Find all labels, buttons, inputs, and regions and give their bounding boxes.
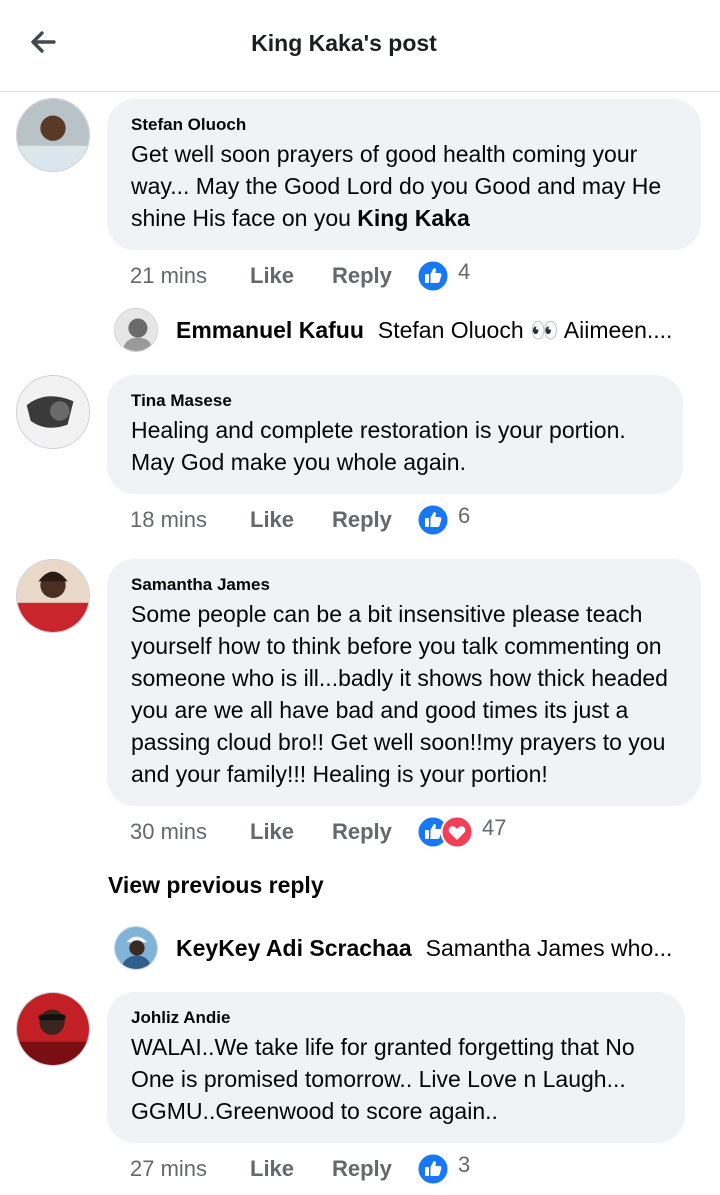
- reaction-count[interactable]: 4: [458, 259, 470, 285]
- reply-text: Samantha James who...: [425, 934, 673, 961]
- like-button[interactable]: Like: [250, 507, 332, 533]
- comment-actions: 30 mins Like Reply 47: [130, 814, 506, 850]
- reaction-count[interactable]: 47: [482, 815, 506, 841]
- like-reaction-icon: [416, 1152, 450, 1186]
- top-bar: King Kaka's post: [0, 0, 720, 92]
- reaction-count[interactable]: 6: [458, 503, 470, 529]
- comment-bubble: Stefan Oluoch Get well soon prayers of g…: [107, 99, 701, 250]
- like-button[interactable]: Like: [250, 1156, 332, 1182]
- love-reaction-icon: [440, 815, 474, 849]
- page-title: King Kaka's post: [251, 30, 437, 56]
- reactions[interactable]: [416, 1152, 450, 1186]
- avatar-tina-masese[interactable]: [16, 375, 90, 449]
- comment-time[interactable]: 30 mins: [130, 819, 250, 845]
- reactions[interactable]: [416, 503, 450, 537]
- reply-author[interactable]: KeyKey Adi Scrachaa: [176, 935, 412, 962]
- comment-time[interactable]: 21 mins: [130, 263, 250, 289]
- reply-preview-row[interactable]: Emmanuel Kafuu Stefan Oluoch 👀 Aiimeen..…: [114, 308, 672, 352]
- reply-button[interactable]: Reply: [332, 819, 416, 845]
- comment-time[interactable]: 27 mins: [130, 1156, 250, 1182]
- like-button[interactable]: Like: [250, 819, 332, 845]
- reply-text: Stefan Oluoch 👀 Aiimeen....: [377, 316, 673, 343]
- comment-text: WALAI..We take life for granted forgetti…: [131, 1034, 635, 1124]
- view-previous-reply-link[interactable]: View previous reply: [108, 872, 324, 899]
- reactions[interactable]: [416, 815, 474, 849]
- comment-bubble: Johliz Andie WALAI..We take life for gra…: [107, 992, 685, 1143]
- avatar-samantha-james[interactable]: [16, 559, 90, 633]
- comment-actions: 27 mins Like Reply 3: [130, 1151, 470, 1187]
- comment-text: Healing and complete restoration is your…: [131, 417, 626, 475]
- comment-bubble: Samantha James Some people can be a bit …: [107, 559, 701, 806]
- comment-bubble: Tina Masese Healing and complete restora…: [107, 375, 683, 494]
- reply-button[interactable]: Reply: [332, 507, 416, 533]
- reply-button[interactable]: Reply: [332, 263, 416, 289]
- like-reaction-icon: [416, 503, 450, 537]
- reply-button[interactable]: Reply: [332, 1156, 416, 1182]
- reactions[interactable]: [416, 259, 450, 293]
- comment-author[interactable]: Stefan Oluoch: [131, 114, 677, 136]
- avatar-keykey-adi-scrachaa[interactable]: [114, 926, 158, 970]
- reply-author[interactable]: Emmanuel Kafuu: [176, 317, 364, 344]
- avatar-stefan-oluoch[interactable]: [16, 98, 90, 172]
- like-reaction-icon: [416, 259, 450, 293]
- comment-author[interactable]: Johliz Andie: [131, 1007, 661, 1029]
- comment-text: Get well soon prayers of good health com…: [131, 141, 662, 231]
- reaction-count[interactable]: 3: [458, 1152, 470, 1178]
- comment-time[interactable]: 18 mins: [130, 507, 250, 533]
- like-button[interactable]: Like: [250, 263, 332, 289]
- comment-author[interactable]: Samantha James: [131, 574, 677, 596]
- avatar-johliz-andie[interactable]: [16, 992, 90, 1066]
- comment-text: Some people can be a bit insensitive ple…: [131, 601, 668, 787]
- avatar-emmanuel-kafuu[interactable]: [114, 308, 158, 352]
- comment-actions: 18 mins Like Reply 6: [130, 502, 470, 538]
- comment-author[interactable]: Tina Masese: [131, 390, 659, 412]
- mention-link[interactable]: King Kaka: [357, 205, 469, 231]
- reply-preview-row[interactable]: KeyKey Adi Scrachaa Samantha James who..…: [114, 926, 672, 970]
- comment-actions: 21 mins Like Reply 4: [130, 258, 470, 294]
